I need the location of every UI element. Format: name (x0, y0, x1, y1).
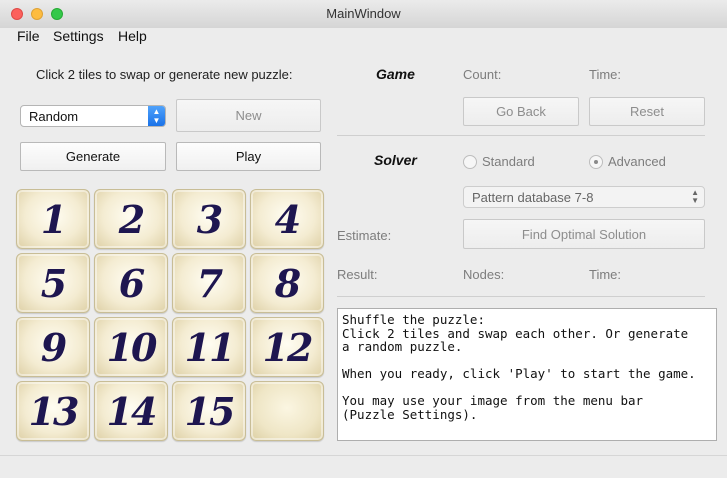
message-line: When you ready, click 'Play' to start th… (342, 366, 696, 381)
tile-number: 8 (274, 260, 301, 306)
message-line: Click 2 tiles and swap each other. Or ge… (342, 325, 689, 341)
message-line: You may use your image from the menu bar (342, 393, 644, 408)
pattern-database-value: Pattern database 7-8 (472, 190, 594, 205)
nodes-label: Nodes: (463, 267, 505, 282)
puzzle-mode-select[interactable]: Random ▲ ▼ (20, 105, 166, 127)
new-button[interactable]: New (176, 99, 321, 132)
tile-5[interactable]: 5 (16, 253, 90, 313)
tile-7[interactable]: 7 (172, 253, 246, 313)
count-label: Count: (463, 67, 502, 82)
puzzle-mode-value: Random (29, 109, 79, 124)
tile-9[interactable]: 9 (16, 317, 90, 377)
estimate-label: Estimate: (337, 228, 392, 243)
tile-number: 2 (118, 196, 145, 242)
pattern-database-select[interactable]: Pattern database 7-8 ▲ ▼ (463, 186, 705, 208)
go-back-button[interactable]: Go Back (463, 97, 579, 126)
tile-14[interactable]: 14 (94, 381, 168, 441)
tile-number: 3 (196, 196, 223, 242)
divider (337, 296, 705, 297)
tile-13[interactable]: 13 (16, 381, 90, 441)
advanced-radio[interactable] (589, 155, 603, 169)
tile-number: 9 (40, 324, 67, 370)
play-button[interactable]: Play (176, 142, 321, 171)
solver-time-label: Time: (589, 267, 622, 282)
tile-number: 5 (40, 260, 67, 306)
window-title: MainWindow (326, 6, 401, 21)
game-heading: Game (376, 66, 415, 82)
find-optimal-solution-button[interactable]: Find Optimal Solution (463, 219, 705, 249)
tile-12[interactable]: 12 (250, 317, 324, 377)
generate-button[interactable]: Generate (20, 142, 166, 171)
tile-number: 4 (274, 196, 301, 242)
divider (337, 135, 705, 136)
tile-number: 7 (196, 260, 223, 306)
puzzle-board: 1 2 3 4 5 6 7 8 9 10 11 12 13 14 15 (16, 189, 328, 443)
tile-number: 10 (106, 324, 158, 370)
solver-heading: Solver (374, 152, 417, 168)
message-line (342, 381, 712, 395)
tile-6[interactable]: 6 (94, 253, 168, 313)
tile-number: 6 (118, 260, 145, 306)
instruction-label: Click 2 tiles to swap or generate new pu… (36, 67, 293, 82)
message-line (342, 354, 712, 368)
tile-empty[interactable] (250, 381, 324, 441)
tile-number: 13 (28, 388, 80, 434)
standard-radio-label: Standard (482, 154, 535, 169)
select-arrows-icon: ▲ ▼ (148, 106, 165, 126)
result-label: Result: (337, 267, 378, 282)
message-text-area[interactable]: Shuffle the puzzle: Click 2 tiles and sw… (337, 308, 717, 441)
menu-bar: File Settings Help (0, 28, 727, 48)
tile-3[interactable]: 3 (172, 189, 246, 249)
tile-1[interactable]: 1 (16, 189, 90, 249)
tile-15[interactable]: 15 (172, 381, 246, 441)
reset-button[interactable]: Reset (589, 97, 705, 126)
message-line: Shuffle the puzzle: (342, 312, 485, 327)
message-line: a random puzzle. (342, 339, 463, 354)
tile-number: 1 (40, 196, 67, 242)
game-time-label: Time: (589, 67, 622, 82)
select-arrows-icon: ▲ ▼ (691, 188, 699, 205)
message-line: (Puzzle Settings). (342, 406, 478, 422)
tile-number: 12 (262, 324, 314, 370)
menu-file[interactable]: File (17, 28, 40, 45)
radio-selected-dot (594, 160, 598, 164)
tile-number: 15 (184, 388, 236, 434)
tile-number: 14 (106, 388, 158, 434)
title-bar: MainWindow (0, 0, 727, 29)
menu-help[interactable]: Help (118, 28, 147, 45)
advanced-radio-label: Advanced (608, 154, 666, 169)
menu-settings[interactable]: Settings (53, 28, 104, 45)
tile-2[interactable]: 2 (94, 189, 168, 249)
tile-10[interactable]: 10 (94, 317, 168, 377)
tile-number: 11 (184, 324, 236, 370)
tile-8[interactable]: 8 (250, 253, 324, 313)
standard-radio[interactable] (463, 155, 477, 169)
tile-4[interactable]: 4 (250, 189, 324, 249)
tile-11[interactable]: 11 (172, 317, 246, 377)
status-bar (0, 455, 727, 478)
